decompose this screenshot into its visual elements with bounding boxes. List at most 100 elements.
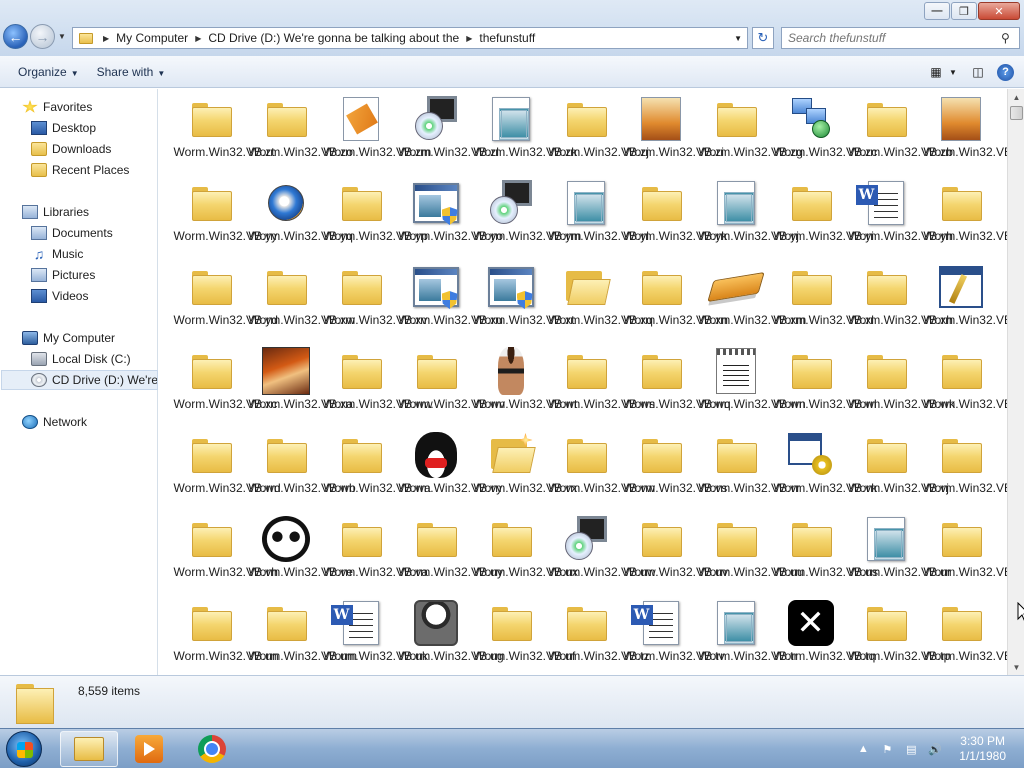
nav-desktop[interactable]: Desktop — [31, 118, 96, 138]
help-icon[interactable]: ? — [997, 63, 1014, 81]
file-item[interactable]: Worm.Win32.VB.vy — [398, 431, 502, 515]
file-item[interactable]: Worm.Win32.VB.ym — [473, 179, 581, 263]
file-item[interactable]: Worm.Win32.VB.vs — [623, 431, 727, 515]
file-item[interactable]: Worm.Win32.VB.xu — [398, 263, 503, 347]
file-item[interactable]: Worm.Win32.VB.vi — [923, 431, 1007, 515]
file-item[interactable]: Worm.Win32.VB.zj — [548, 95, 649, 179]
file-list[interactable]: Worm.Win32.VB.zt Worm.Win32.VB.zo Worm.Win… — [159, 89, 1007, 675]
file-item[interactable]: Worm.Win32.VB.tp — [848, 599, 950, 675]
file-item[interactable]: Worm.Win32.VB.zi — [623, 95, 724, 179]
vertical-scrollbar[interactable]: ▲ ▼ — [1007, 89, 1024, 675]
file-item[interactable]: W Worm.Win32.VB.yh — [848, 179, 953, 263]
nav-cd-drive[interactable]: CD Drive (D:) We're g — [1, 370, 158, 390]
nav-music[interactable]: ♫ Music — [31, 244, 84, 264]
change-view-icon[interactable]: ▦ — [925, 62, 947, 82]
file-item[interactable]: Worm.Win32.VB.tz — [548, 599, 650, 675]
nav-favorites[interactable]: Favorites — [22, 97, 92, 117]
file-item[interactable]: Worm.Win32.VB.xc — [173, 347, 277, 431]
close-button[interactable]: ✕ — [978, 2, 1020, 20]
file-item[interactable]: ✕ Worm.Win32.VB.tq — [773, 599, 875, 675]
file-item[interactable]: Worm.Win32.VB.zt — [173, 95, 275, 179]
chevron-right-icon[interactable]: ▶ — [99, 34, 113, 43]
file-item[interactable]: Worm.Win32.VB.xe — [923, 263, 1007, 347]
scrollbar-thumb[interactable] — [1010, 106, 1023, 120]
file-item[interactable]: Worm.Win32.VB.to — [923, 599, 1007, 675]
maximize-button[interactable]: ❐ — [951, 2, 977, 20]
file-item[interactable]: Worm.Win32.VB.vw — [548, 431, 655, 515]
back-button[interactable]: ← — [3, 24, 28, 49]
file-item[interactable]: Worm.Win32.VB.va — [323, 515, 428, 599]
view-options-dropdown-icon[interactable]: ▼ — [947, 62, 959, 82]
file-item[interactable]: Worm.Win32.VB.wk — [848, 347, 955, 431]
file-item[interactable]: Worm.Win32.VB.ur — [848, 515, 951, 599]
taskbar-media-player-button[interactable] — [120, 731, 178, 767]
address-bar[interactable]: ▶ My Computer ▶ CD Drive (D:) We're gonn… — [72, 27, 748, 49]
file-item[interactable]: Worm.Win32.VB.xh — [848, 263, 953, 347]
nav-recent-places[interactable]: Recent Places — [31, 160, 129, 180]
forward-button[interactable]: → — [30, 24, 55, 49]
nav-videos[interactable]: Videos — [31, 286, 88, 306]
file-item[interactable]: Worm.Win32.VB.um — [248, 599, 357, 675]
file-item[interactable]: Worm.Win32.VB.yd — [173, 263, 278, 347]
taskbar-chrome-button[interactable] — [183, 731, 241, 767]
nav-network[interactable]: Network — [22, 412, 87, 432]
scroll-up-icon[interactable]: ▲ — [1009, 89, 1024, 105]
file-item[interactable]: Worm.Win32.VB.we — [923, 347, 1007, 431]
file-item[interactable]: Worm.Win32.VB.xq — [548, 263, 653, 347]
breadcrumb-my-computer[interactable]: My Computer — [113, 31, 191, 45]
volume-icon[interactable]: 🔊 — [927, 741, 943, 757]
file-item[interactable]: Worm.Win32.VB.xm — [698, 263, 806, 347]
file-item[interactable]: Worm.Win32.VB.vh — [173, 515, 278, 599]
file-item[interactable]: Worm.Win32.VB.wb — [248, 431, 356, 515]
nav-pictures[interactable]: Pictures — [31, 265, 95, 285]
file-item[interactable]: W Worm.Win32.VB.uk — [323, 599, 428, 675]
file-item[interactable]: Worm.Win32.VB.wv — [398, 347, 505, 431]
file-item[interactable]: Worm.Win32.VB.un — [173, 599, 279, 675]
file-item[interactable]: Worm.Win32.VB.ww — [323, 347, 433, 431]
chevron-right-icon[interactable]: ▶ — [191, 34, 205, 43]
file-item[interactable]: W Worm.Win32.VB.tv — [623, 599, 725, 675]
file-item[interactable]: Worm.Win32.VB.zc — [773, 95, 877, 179]
file-item[interactable]: Worm.Win32.VB.vk — [773, 431, 877, 515]
taskbar-explorer-button[interactable] — [60, 731, 118, 767]
address-dropdown-icon[interactable]: ▼ — [729, 34, 747, 43]
file-item[interactable]: Worm.Win32.VB.uf — [473, 599, 575, 675]
breadcrumb-thefunstuff[interactable]: thefunstuff — [476, 31, 538, 45]
scroll-down-icon[interactable]: ▼ — [1009, 659, 1024, 675]
nav-documents[interactable]: Documents — [31, 223, 113, 243]
file-item[interactable]: Worm.Win32.VB.xw — [248, 263, 355, 347]
file-item[interactable]: Worm.Win32.VB.uu — [698, 515, 804, 599]
file-item[interactable]: Worm.Win32.VB.yp — [323, 179, 428, 263]
nav-downloads[interactable]: Downloads — [31, 139, 111, 159]
search-box[interactable]: ⚲ — [781, 27, 1020, 49]
file-item[interactable]: Worm.Win32.VB.vj — [848, 431, 949, 515]
file-item[interactable]: Worm.Win32.VB.zk — [473, 95, 577, 179]
file-item[interactable]: Worm.Win32.VB.yq — [248, 179, 353, 263]
file-item[interactable]: Worm.Win32.VB.tr — [698, 599, 798, 675]
file-item[interactable]: Worm.Win32.VB.wt — [473, 347, 577, 431]
nav-libraries[interactable]: Libraries — [22, 202, 89, 222]
file-item[interactable]: Worm.Win32.VB.ug — [398, 599, 504, 675]
search-icon[interactable]: ⚲ — [1001, 31, 1019, 45]
file-item[interactable]: Worm.Win32.VB.zo — [248, 95, 353, 179]
file-item[interactable]: Worm.Win32.VB.vr — [698, 431, 800, 515]
file-item[interactable]: Worm.Win32.VB.yj — [698, 179, 799, 263]
file-item[interactable]: Worm.Win32.VB.wl — [773, 347, 877, 431]
file-item[interactable]: Worm.Win32.VB.yk — [623, 179, 727, 263]
start-button[interactable] — [6, 731, 42, 767]
file-item[interactable]: Worm.Win32.VB.wn — [698, 347, 806, 431]
file-item[interactable]: Worm.Win32.VB.xl — [773, 263, 874, 347]
clock[interactable]: 3:30 PM 1/1/1980 — [959, 734, 1006, 764]
network-status-icon[interactable]: ▤ — [903, 741, 919, 757]
file-item[interactable]: Worm.Win32.VB.xn — [623, 263, 728, 347]
file-item[interactable]: Worm.Win32.VB.wq — [623, 347, 731, 431]
file-item[interactable]: Worm.Win32.VB.wa — [323, 431, 431, 515]
file-item[interactable]: Worm.Win32.VB.ux — [473, 515, 578, 599]
share-with-button[interactable]: Share with ▼ — [88, 65, 175, 79]
file-item[interactable]: Worm.Win32.VB.xv — [323, 263, 427, 347]
file-item[interactable]: Worm.Win32.VB.zg — [698, 95, 803, 179]
organize-button[interactable]: Organize ▼ — [0, 65, 88, 79]
nav-my-computer[interactable]: My Computer — [22, 328, 115, 348]
chevron-right-icon[interactable]: ▶ — [462, 34, 476, 43]
minimize-button[interactable]: — — [924, 2, 950, 20]
